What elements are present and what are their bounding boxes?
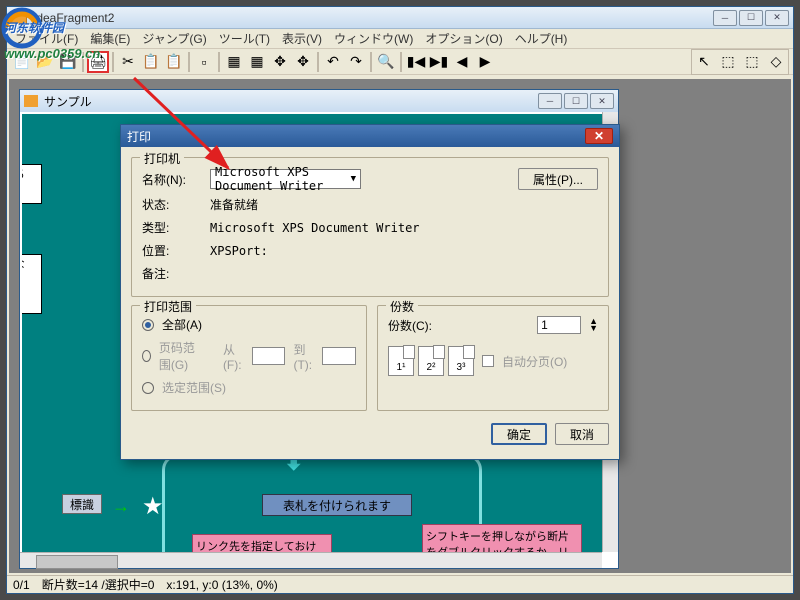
copies-spinner[interactable]: 1 [537, 316, 581, 334]
cancel-button[interactable]: 取消 [555, 423, 609, 445]
select-icon[interactable]: ⬚ [741, 51, 763, 73]
menu-jump[interactable]: ジャンプ(G) [138, 28, 210, 49]
paste-icon[interactable]: 📋 [163, 51, 185, 73]
radio-selection-label: 选定范围(S) [162, 379, 226, 396]
menu-view[interactable]: 表示(V) [278, 28, 326, 49]
app-title: IdeaFragment2 [33, 11, 713, 25]
arrow-right-icon: → [112, 496, 130, 517]
collate-label: 自动分页(O) [502, 353, 567, 370]
pointer-icon[interactable]: ↖ [693, 51, 715, 73]
draw-icon[interactable]: ◇ [765, 51, 787, 73]
status-value: 准备就绪 [210, 196, 258, 213]
radio-all[interactable] [142, 319, 154, 331]
fwd-icon[interactable]: ▶ [474, 51, 496, 73]
status-label: 状态: [142, 196, 202, 213]
link-icon[interactable]: ⬚ [717, 51, 739, 73]
range-group: 打印范围 全部(A) 页码范围(G) 从(F):到(T): 选定范围(S) [131, 305, 367, 411]
copies-group-label: 份数 [386, 298, 418, 315]
where-value: XPSPort: [210, 244, 268, 258]
dialog-titlebar[interactable]: 打印 ✕ [121, 125, 619, 147]
doc-maximize-button[interactable]: ☐ [564, 93, 588, 109]
fragment[interactable]: ち [22, 164, 42, 204]
radio-pages[interactable] [142, 350, 151, 362]
star-icon: ★ [142, 492, 164, 521]
collate-checkbox[interactable] [482, 355, 494, 367]
type-label: 类型: [142, 219, 202, 236]
radio-selection[interactable] [142, 382, 154, 394]
doc-title-text: サンプル [44, 93, 92, 110]
redo-icon[interactable]: ↷ [345, 51, 367, 73]
print-dialog: 打印 ✕ 打印机 名称(N): Microsoft XPS Document W… [120, 124, 620, 460]
doc-titlebar[interactable]: サンプル ─ ☐ ✕ [20, 90, 618, 112]
maximize-button[interactable]: ☐ [739, 10, 763, 26]
radio-all-label: 全部(A) [162, 316, 202, 333]
menubar: ファイル(F) 編集(E) ジャンプ(G) ツール(T) 表示(V) ウィンドウ… [7, 29, 793, 49]
statusbar: 0/1 断片数=14 /選択中=0 x:191, y:0 (13%, 0%) [7, 575, 793, 593]
fragment[interactable]: な [22, 254, 42, 314]
close-button[interactable]: ✕ [765, 10, 789, 26]
titlebar[interactable]: IdeaFragment2 ─ ☐ ✕ [7, 7, 793, 29]
undo-icon[interactable]: ↶ [322, 51, 344, 73]
status-count: 断片数=14 /選択中=0 [42, 576, 155, 593]
doc-close-button[interactable]: ✕ [590, 93, 614, 109]
dialog-title: 打印 [127, 128, 151, 145]
tag-label[interactable]: 標識 [62, 494, 102, 514]
collate-preview-icon: 1¹ 2² 3³ [388, 346, 474, 376]
doc-minimize-button[interactable]: ─ [538, 93, 562, 109]
new-fragment-icon[interactable]: ▫ [193, 51, 215, 73]
printer-name-combo[interactable]: Microsoft XPS Document Writer [210, 169, 361, 189]
copies-label: 份数(C): [388, 317, 432, 334]
where-label: 位置: [142, 242, 202, 259]
dialog-close-button[interactable]: ✕ [585, 128, 613, 144]
printer-group-label: 打印机 [140, 150, 184, 167]
fragment-title[interactable]: 表札を付けられます [262, 494, 412, 516]
tile-icon[interactable]: ▦ [246, 51, 268, 73]
copies-group: 份数 份数(C):1▲▼ 1¹ 2² 3³ 自动分页(O) [377, 305, 609, 411]
fragment-pink[interactable]: リンク先を指定しておけ [192, 534, 332, 552]
ok-button[interactable]: 确定 [491, 423, 547, 445]
radio-pages-label: 页码范围(G) [159, 339, 204, 373]
doc-icon [24, 95, 38, 107]
menu-help[interactable]: ヘルプ(H) [511, 28, 572, 49]
arrange-icon[interactable]: ✥ [292, 51, 314, 73]
back-icon[interactable]: ◀ [451, 51, 473, 73]
comment-label: 备注: [142, 265, 202, 282]
minimize-button[interactable]: ─ [713, 10, 737, 26]
status-page: 0/1 [13, 578, 30, 592]
prev-icon[interactable]: ▮◀ [405, 51, 427, 73]
status-coords: x:191, y:0 (13%, 0%) [166, 578, 277, 592]
fragment-pink[interactable]: シフトキーを押しながら断片をダブルクリックするか、リン [422, 524, 582, 552]
properties-button[interactable]: 属性(P)... [518, 168, 598, 190]
printer-group: 打印机 名称(N): Microsoft XPS Document Writer… [131, 157, 609, 297]
scrollbar-horizontal[interactable] [20, 552, 602, 568]
menu-option[interactable]: オプション(O) [421, 28, 506, 49]
printer-name-label: 名称(N): [142, 171, 202, 188]
grid-icon[interactable]: ▦ [223, 51, 245, 73]
watermark-text: 河东软件园 www.pc0359.cn [4, 12, 100, 64]
from-input[interactable] [252, 347, 286, 365]
zoom-icon[interactable]: 🔍 [375, 51, 397, 73]
type-value: Microsoft XPS Document Writer [210, 221, 420, 235]
toolbar: 📄 📂 💾 🖨 ✂ 📋 📋 ▫ ▦ ▦ ✥ ✥ ↶ ↷ 🔍 ▮◀ ▶▮ ◀ ▶ … [7, 49, 793, 75]
next-icon[interactable]: ▶▮ [428, 51, 450, 73]
range-group-label: 打印范围 [140, 298, 196, 315]
menu-tool[interactable]: ツール(T) [215, 28, 274, 49]
menu-window[interactable]: ウィンドウ(W) [330, 28, 417, 49]
move-icon[interactable]: ✥ [269, 51, 291, 73]
to-input[interactable] [322, 347, 356, 365]
cut-icon[interactable]: ✂ [117, 51, 139, 73]
copy-icon[interactable]: 📋 [140, 51, 162, 73]
